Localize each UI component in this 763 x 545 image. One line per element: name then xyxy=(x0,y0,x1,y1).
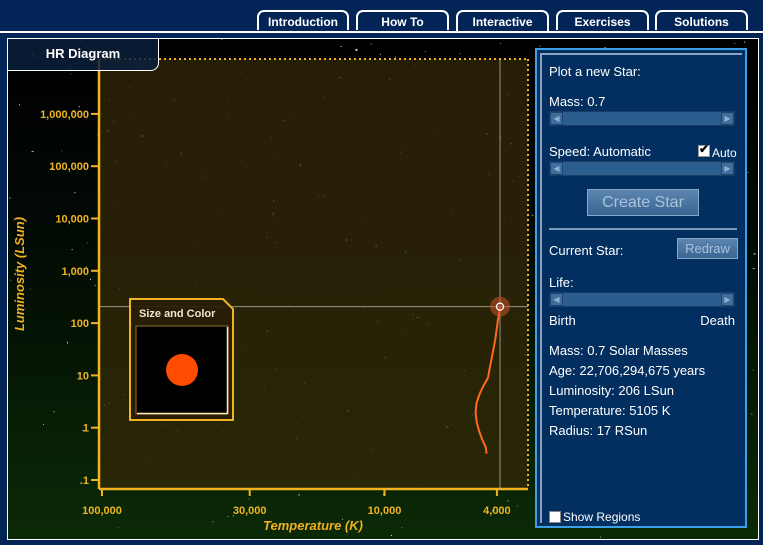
tab-solutions[interactable]: Solutions xyxy=(655,10,748,30)
control-panel: Plot a new Star: Mass: 0.7 ◀ ▶ Speed: Au… xyxy=(535,48,747,528)
life-label: Life: xyxy=(549,275,574,290)
diagram-title: HR Diagram xyxy=(8,39,159,71)
info-age: Age: 22,706,294,675 years xyxy=(549,363,706,378)
slider-left-arrow-icon[interactable]: ◀ xyxy=(550,112,563,125)
death-label: Death xyxy=(700,313,735,328)
auto-label: Auto xyxy=(712,146,737,160)
y-tick-label: 1,000 xyxy=(61,266,89,278)
speed-label: Speed: Automatic xyxy=(549,144,651,159)
mass-slider[interactable]: ◀ ▶ xyxy=(549,111,735,126)
star-preview-circle xyxy=(166,354,198,386)
y-axis-label: Luminosity (LSun) xyxy=(12,217,27,331)
birth-label: Birth xyxy=(549,313,576,328)
current-star-label: Current Star: xyxy=(549,243,624,258)
info-radius: Radius: 17 RSun xyxy=(549,423,648,438)
y-tick-label: .1 xyxy=(80,475,89,487)
slider-left-arrow-icon[interactable]: ◀ xyxy=(550,293,563,306)
info-temperature: Temperature: 5105 K xyxy=(549,403,671,418)
mass-label: Mass: 0.7 xyxy=(549,94,606,109)
slider-left-arrow-icon[interactable]: ◀ xyxy=(550,162,563,175)
tab-how-to[interactable]: How To xyxy=(356,10,449,30)
current-star-layer xyxy=(490,296,511,317)
info-luminosity: Luminosity: 206 LSun xyxy=(549,383,675,398)
speed-slider[interactable]: ◀ ▶ xyxy=(549,161,735,176)
tab-underline xyxy=(0,31,763,33)
y-tick-label: 10 xyxy=(77,370,89,382)
info-mass: Mass: 0.7 Solar Masses xyxy=(549,343,688,358)
life-slider[interactable]: ◀ ▶ xyxy=(549,292,735,307)
x-tick-label: 100,000 xyxy=(82,505,122,517)
plot-area[interactable] xyxy=(99,59,528,489)
tab-interactive[interactable]: Interactive xyxy=(456,10,549,33)
create-star-button[interactable]: Create Star xyxy=(587,189,699,216)
y-tick-label: 100 xyxy=(71,318,89,330)
y-tick-label: 100,000 xyxy=(49,161,89,173)
slider-right-arrow-icon[interactable]: ▶ xyxy=(721,162,734,175)
auto-checkbox[interactable]: ✔ xyxy=(698,142,710,157)
tab-exercises[interactable]: Exercises xyxy=(556,10,649,30)
redraw-button[interactable]: Redraw xyxy=(677,238,738,259)
y-tick-label: 10,000 xyxy=(55,214,89,226)
show-regions-checkbox[interactable] xyxy=(549,511,561,523)
x-tick-label: 30,000 xyxy=(233,505,267,517)
slider-right-arrow-icon[interactable]: ▶ xyxy=(721,112,734,125)
y-tick-label: 1,000,000 xyxy=(40,109,89,121)
tab-introduction[interactable]: Introduction xyxy=(257,10,349,30)
x-tick-label: 10,000 xyxy=(368,505,402,517)
size-color-inset: Size and Color xyxy=(129,298,234,421)
x-axis-label: Temperature (K) xyxy=(263,518,363,533)
y-tick-label: 1 xyxy=(83,423,89,435)
x-tick-label: 4,000 xyxy=(483,505,511,517)
show-regions-label: Show Regions xyxy=(563,510,641,524)
divider xyxy=(549,228,737,230)
size-color-label: Size and Color xyxy=(139,308,216,320)
current-star-halo xyxy=(490,296,511,317)
slider-right-arrow-icon[interactable]: ▶ xyxy=(721,293,734,306)
checkmark-icon: ✔ xyxy=(699,142,710,156)
plot-new-star-label: Plot a new Star: xyxy=(549,64,641,79)
